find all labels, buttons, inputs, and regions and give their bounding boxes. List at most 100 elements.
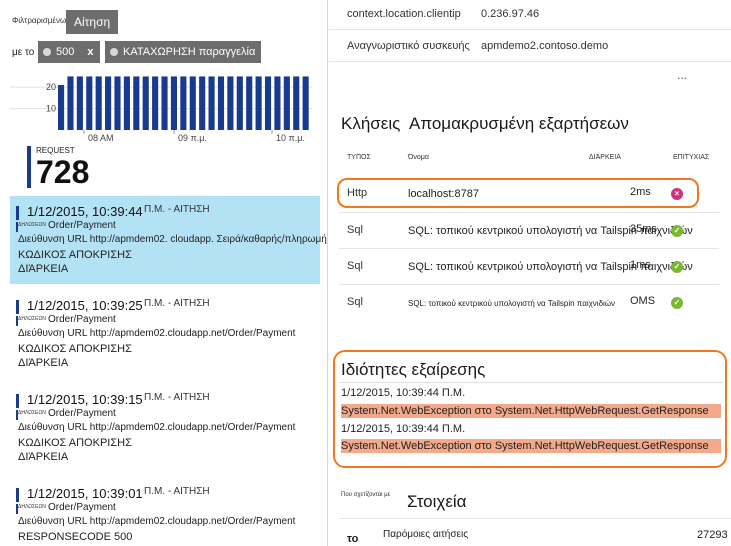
property-row: context.location.clientip 0.236.97.46: [329, 0, 731, 30]
dependency-name: SQL: τοπικού κεντρικού υπολογιστή να Tai…: [408, 299, 616, 308]
y-tick-label: 20: [46, 82, 56, 92]
exception-title: Ιδιότητες εξαίρεσης: [341, 360, 486, 379]
chart-bar[interactable]: [123, 76, 130, 130]
header-duration: ΔΙΆΡΚΕΙΑ: [589, 154, 621, 161]
related-label: Που σχετίζονται με: [341, 492, 391, 498]
list-item-kind: Π.Μ. - ΑΙΤΗΣΗ: [144, 486, 210, 497]
list-item-kind: Π.Μ. - ΑΙΤΗΣΗ: [144, 392, 210, 403]
chart-bar[interactable]: [217, 76, 225, 130]
dependency-row[interactable]: Sql SQL: τοπικού κεντρικού υπολογιστή να …: [339, 248, 719, 284]
chart-bar[interactable]: [180, 76, 187, 130]
list-item-kind: Π.Μ. - ΑΙΤΗΣΗ: [144, 298, 210, 309]
list-item-tiny-label: ΔΗΛΩΣΕΩΝ: [18, 410, 46, 416]
chart-bar[interactable]: [105, 76, 112, 130]
list-item-response-code: ΚΩΔΙΚΟΣ ΑΠΟΚΡΙΣΗΣ: [18, 437, 132, 449]
property-key: Αναγνωριστικό συσκευής: [347, 40, 470, 52]
filter-label: Φιλτραρισμένων: [12, 16, 71, 25]
list-item-time: 1/12/2015, 10:39:25: [27, 298, 143, 313]
dependency-type: Sql: [347, 224, 363, 236]
check-icon: ✓: [671, 225, 683, 237]
list-item-time: 1/12/2015, 10:39:15: [27, 392, 143, 407]
x-tick-label: 09 π.μ.: [178, 133, 207, 143]
request-marker: [16, 394, 19, 408]
filter-dot-icon: [110, 48, 118, 56]
http-dependency-highlight: [337, 178, 699, 208]
chart-bar[interactable]: [227, 76, 234, 130]
request-details-pane: context.location.clientip 0.236.97.46 Αν…: [329, 0, 731, 546]
filter-chip-label: 500: [56, 46, 75, 58]
similar-requests-label: Παρόμοιες αιτήσεις: [383, 529, 469, 540]
property-value: 0.236.97.46: [481, 8, 540, 20]
exception-time: 1/12/2015, 10:39:44 Π.Μ.: [341, 387, 466, 399]
chart-bar[interactable]: [274, 76, 281, 130]
list-item-name: Order/Payment: [48, 314, 116, 325]
similar-requests-count: 27293: [697, 529, 728, 541]
chart-bar[interactable]: [293, 76, 300, 130]
list-item-name: Order/Payment: [48, 408, 116, 419]
chart-bar[interactable]: [67, 76, 74, 130]
list-item-time: 1/12/2015, 10:39:01: [27, 486, 143, 501]
chart-bar[interactable]: [199, 76, 206, 130]
dependency-row[interactable]: Sql SQL: τοπικού κεντρικού υπολογιστή να …: [339, 212, 719, 248]
property-value: apmdemo2.contoso.demo: [481, 40, 609, 52]
chart-bar[interactable]: [246, 76, 253, 130]
list-item-url: Διεύθυνση URL http://apmdem02. cloudapp.…: [18, 234, 328, 245]
exception-message[interactable]: System.Net.WebException στο System.Net.H…: [341, 439, 721, 453]
list-item-duration: ΔΙΆΡΚΕΙΑ: [18, 263, 69, 275]
chart-bar[interactable]: [114, 76, 121, 130]
filter-type-chip[interactable]: Αίτηση: [66, 10, 119, 34]
close-icon[interactable]: x: [87, 46, 93, 58]
chart-bar[interactable]: [208, 76, 215, 130]
chart-bar[interactable]: [236, 76, 243, 130]
chart-bar[interactable]: [283, 76, 290, 130]
more-properties-button[interactable]: ...: [677, 68, 687, 82]
chart-bar[interactable]: [170, 76, 178, 130]
check-icon: ✓: [671, 297, 683, 309]
chart-bar[interactable]: [76, 76, 83, 130]
request-count-chart[interactable]: 20 10 08 AM 09 π.μ. 10 π.μ.: [10, 68, 320, 156]
list-item[interactable]: 1/12/2015, 10:39:15 Π.Μ. - ΑΙΤΗΣΗ ΔΗΛΩΣΕΩΝ…: [10, 384, 320, 472]
chart-bar[interactable]: [152, 76, 159, 130]
chart-bar[interactable]: [255, 76, 262, 130]
request-count: 728: [36, 154, 90, 190]
search-results-pane: Φιλτραρισμένων Αίτηση με το 500 x ΚΑΤΑΧΩ…: [0, 0, 328, 546]
dependency-type: Sql: [347, 296, 363, 308]
chart-bar[interactable]: [189, 76, 196, 130]
x-tick-label: 08 AM: [88, 133, 114, 143]
chart-bar[interactable]: [58, 85, 65, 130]
filter-dot-icon: [43, 48, 51, 56]
related-prefix: το: [347, 533, 359, 545]
dependency-row[interactable]: Sql SQL: τοπικού κεντρικού υπολογιστή να …: [339, 284, 719, 320]
filter-with-label: με το: [12, 47, 35, 58]
list-item[interactable]: 1/12/2015, 10:39:25 Π.Μ. - ΑΙΤΗΣΗ ΔΗΛΩΣΕΩΝ…: [10, 290, 320, 378]
list-item-response-code: ΚΩΔΙΚΟΣ ΑΠΟΚΡΙΣΗΣ: [18, 343, 132, 355]
list-item[interactable]: 1/12/2015, 10:39:01 Π.Μ. - ΑΙΤΗΣΗ ΔΗΛΩΣΕΩΝ…: [10, 478, 320, 546]
chart-bar[interactable]: [95, 76, 102, 130]
filter-chip-500[interactable]: 500 x: [38, 41, 100, 63]
exception-message[interactable]: System.Net.WebException στο System.Net.H…: [341, 404, 721, 418]
dependency-duration: OMS: [630, 295, 656, 307]
list-item-name: Order/Payment: [48, 502, 116, 513]
related-title: Στοιχεία: [407, 492, 467, 511]
check-icon: ✓: [671, 261, 683, 273]
header-name: Όνομα: [408, 154, 429, 161]
chart-bar[interactable]: [142, 76, 149, 130]
request-marker: [16, 300, 19, 314]
filter-chip-order-post[interactable]: ΚΑΤΑΧΩΡΗΣΗ παραγγελία: [105, 41, 262, 63]
chart-bar[interactable]: [161, 76, 168, 130]
dependencies-title-a: Κλήσεις: [341, 114, 401, 133]
list-item-kind: Π.Μ. - ΑΙΤΗΣΗ: [144, 204, 210, 215]
y-tick-label: 10: [46, 104, 56, 114]
similar-requests-row[interactable]: το Παρόμοιες αιτήσεις 27293: [339, 518, 731, 546]
chart-bar[interactable]: [302, 76, 309, 130]
list-item[interactable]: 1/12/2015, 10:39:44 Π.Μ. - ΑΙΤΗΣΗ ΔΗΛΩΣΕΩΝ…: [10, 196, 327, 284]
property-row: Αναγνωριστικό συσκευής apmdemo2.contoso.…: [329, 32, 731, 62]
dependency-type: Sql: [347, 260, 363, 272]
chart-bar[interactable]: [133, 76, 140, 130]
chart-bar[interactable]: [264, 76, 272, 130]
dependency-duration: 1ms: [630, 259, 651, 271]
chart-bar[interactable]: [86, 76, 93, 130]
dependencies-header: ΤΥΠΟΣ Όνομα ΔΙΆΡΚΕΙΑ ΕΠΙΤΥΧΙΑΣ: [339, 150, 719, 172]
header-type: ΤΥΠΟΣ: [347, 154, 371, 161]
dependency-duration: 35ms: [630, 223, 657, 235]
